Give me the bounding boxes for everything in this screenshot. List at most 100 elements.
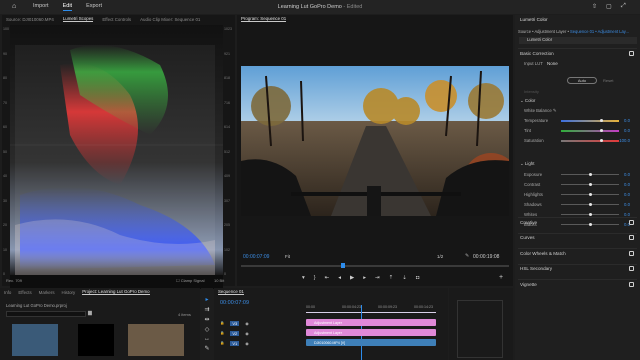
eye-icon[interactable]: ◉: [245, 331, 249, 336]
program-scrubber[interactable]: [241, 263, 509, 268]
razor-tool-icon[interactable]: ◇: [205, 326, 210, 333]
project-thumbnail-3[interactable]: [128, 324, 184, 356]
tab-project[interactable]: Project: Learning Lut GoPro Demo: [82, 289, 150, 295]
notifications-icon[interactable]: ▢: [606, 3, 612, 10]
lumetri-effect-header[interactable]: Lumetri Color: [519, 37, 637, 44]
share-icon[interactable]: ⇧: [592, 3, 597, 10]
fullscreen-icon[interactable]: ⤢: [621, 3, 626, 10]
section-color-wheels-match[interactable]: Color Wheels & Match: [518, 248, 637, 257]
tab-effect-controls[interactable]: Effect Controls: [102, 17, 131, 22]
fit-select[interactable]: Fit: [285, 254, 290, 259]
tab-sequence[interactable]: Sequence 01: [218, 289, 244, 295]
color-slider-knob[interactable]: [600, 128, 604, 132]
timeline-timecode[interactable]: 00:00:07:09: [220, 300, 249, 306]
timeline-clip[interactable]: Adjustment Layer: [306, 329, 436, 336]
auto-button[interactable]: Auto: [567, 77, 597, 84]
tab-source[interactable]: Source: DJI010060.MP4: [6, 17, 54, 22]
color-slider[interactable]: [561, 138, 619, 142]
go-to-out-icon[interactable]: ⇥: [375, 275, 380, 281]
menu-edit[interactable]: Edit: [62, 3, 73, 11]
light-value[interactable]: 0.0: [624, 172, 630, 177]
track-name[interactable]: V2: [230, 330, 240, 336]
lock-icon[interactable]: 🔒: [220, 341, 224, 345]
track-name[interactable]: V1: [230, 340, 240, 346]
ripple-edit-tool-icon[interactable]: ⇹: [204, 316, 209, 323]
light-slider-knob[interactable]: [588, 172, 592, 176]
tab-program[interactable]: Program: Sequence 01: [241, 16, 287, 22]
mark-out-icon[interactable]: }: [314, 275, 316, 281]
light-slider-knob[interactable]: [588, 212, 592, 216]
timeline-clip[interactable]: Adjustment Layer: [306, 319, 436, 326]
program-timecode[interactable]: 00:00:07:09: [243, 254, 269, 260]
light-slider-knob[interactable]: [588, 192, 592, 196]
track-select-tool-icon[interactable]: ⇉: [204, 306, 209, 313]
project-thumbnail-2[interactable]: [78, 324, 114, 356]
tab-info[interactable]: Info: [4, 290, 11, 295]
lock-icon[interactable]: 🔒: [220, 321, 224, 325]
step-forward-icon[interactable]: ▸: [363, 275, 366, 281]
menu-export[interactable]: Export: [86, 3, 102, 11]
project-search-input[interactable]: [6, 311, 86, 317]
pen-tool-icon[interactable]: ✎: [204, 345, 209, 352]
light-slider-knob[interactable]: [588, 182, 592, 186]
home-icon[interactable]: ⌂: [12, 3, 16, 10]
lumetri-source[interactable]: Source • Adjustment Layer • Sequence 01 …: [518, 29, 629, 34]
selection-tool-icon[interactable]: ▸: [205, 296, 208, 303]
section-checkbox[interactable]: [629, 235, 634, 240]
tab-lumetri-scopes[interactable]: Lumetri Scopes: [62, 16, 94, 22]
tab-markers[interactable]: Markers: [39, 290, 55, 295]
lift-icon[interactable]: ⇡: [389, 275, 394, 281]
tab-audio-clip-mixer[interactable]: Audio Clip Mixer: Sequence 01: [140, 17, 200, 22]
light-value[interactable]: 0.0: [624, 182, 630, 187]
input-lut-select[interactable]: None: [547, 61, 558, 66]
menu-import[interactable]: Import: [33, 3, 49, 11]
section-checkbox[interactable]: [629, 281, 634, 287]
section-curves[interactable]: Curves: [518, 232, 637, 242]
section-creative[interactable]: Creative: [518, 217, 637, 226]
settings-wrench-icon[interactable]: ✎: [465, 253, 469, 259]
light-slider[interactable]: [561, 192, 619, 196]
slip-tool-icon[interactable]: ↔: [204, 336, 210, 342]
eye-icon[interactable]: ◉: [245, 321, 249, 326]
light-slider[interactable]: [561, 212, 619, 216]
color-slider[interactable]: [561, 118, 619, 122]
bit-depth-select[interactable]: 10 Bit: [214, 278, 224, 283]
mark-in-icon[interactable]: ▾: [302, 275, 305, 281]
color-slider-knob[interactable]: [600, 138, 604, 142]
track-name[interactable]: V3: [230, 320, 240, 326]
light-subsection[interactable]: ⌄ Light: [520, 161, 534, 167]
work-area-bar[interactable]: [306, 312, 436, 313]
section-basic-correction[interactable]: Basic Correction: [518, 48, 637, 57]
light-slider[interactable]: [561, 182, 619, 186]
export-frame-icon[interactable]: ◘: [416, 275, 419, 281]
tab-history[interactable]: History: [62, 290, 76, 295]
light-slider[interactable]: [561, 202, 619, 206]
step-back-icon[interactable]: ◂: [338, 275, 341, 281]
reset-button[interactable]: Reset: [603, 78, 613, 83]
light-value[interactable]: 0.0: [624, 212, 630, 217]
color-slider-knob[interactable]: [600, 118, 604, 122]
light-value[interactable]: 0.0: [624, 202, 630, 207]
lock-icon[interactable]: 🔒: [220, 331, 224, 335]
new-bin-icon[interactable]: ▆: [88, 310, 92, 316]
section-hsl-secondary[interactable]: HSL Secondary: [518, 263, 637, 273]
light-value[interactable]: 0.0: [624, 192, 630, 197]
section-checkbox[interactable]: [629, 266, 634, 271]
light-slider[interactable]: [561, 172, 619, 176]
play-icon[interactable]: ▶: [350, 275, 354, 281]
clamp-signal-checkbox[interactable]: ☐ Clamp Signal: [176, 278, 205, 283]
basic-correction-checkbox[interactable]: [629, 50, 634, 56]
color-value[interactable]: 0.0: [624, 118, 630, 123]
quality-select[interactable]: 1/2: [437, 254, 443, 259]
light-slider-knob[interactable]: [588, 202, 592, 206]
project-thumbnail-1[interactable]: [12, 324, 58, 356]
eye-icon[interactable]: ◉: [245, 341, 249, 346]
timeline-clip[interactable]: DJI010060.MP4 [V]: [306, 339, 436, 346]
color-slider[interactable]: [561, 128, 619, 132]
color-value[interactable]: 100.0: [619, 138, 630, 143]
section-checkbox[interactable]: [629, 219, 634, 225]
color-subsection[interactable]: ⌄ Color: [520, 98, 535, 104]
eyedropper-icon[interactable]: ✎: [553, 108, 557, 113]
timeline-ruler[interactable]: 00:00 00:00:04:23 00:00:09:23 00:00:14:23: [306, 305, 446, 311]
tab-effects[interactable]: Effects: [18, 290, 31, 295]
